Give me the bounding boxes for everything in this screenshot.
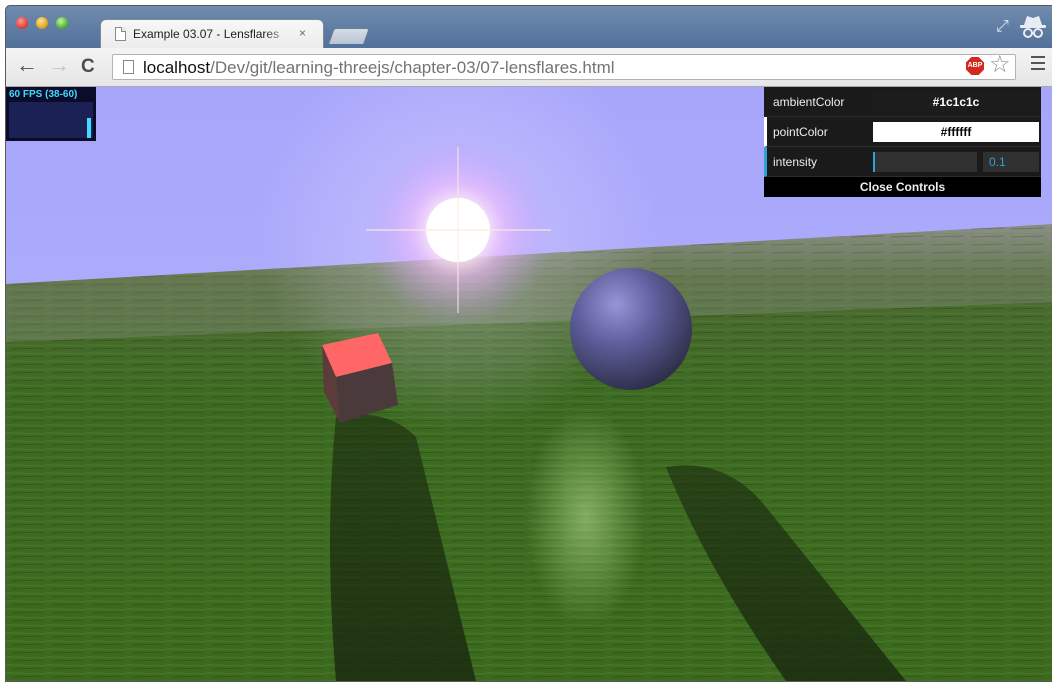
intensity-slider[interactable] — [873, 152, 977, 172]
webgl-canvas[interactable]: 60 FPS (38-60) ambientColor #1c1c1c poin… — [6, 87, 1052, 681]
controls-panel: ambientColor #1c1c1c pointColor #ffffff … — [764, 87, 1041, 197]
tab-title: Example 03.07 - Lensflares — [133, 27, 280, 41]
incognito-icon — [1020, 16, 1046, 38]
fps-readout: 60 FPS (38-60) — [9, 89, 78, 100]
page-icon — [115, 27, 126, 41]
adblock-icon[interactable]: ABP — [966, 57, 984, 75]
control-label: ambientColor — [773, 95, 845, 109]
fps-graph — [9, 102, 93, 138]
point-color-input[interactable]: #ffffff — [873, 122, 1039, 142]
control-intensity: intensity 0.1 — [764, 147, 1041, 177]
fps-stats-panel[interactable]: 60 FPS (38-60) — [6, 87, 96, 141]
forward-arrow-icon[interactable]: → — [48, 54, 70, 76]
control-label: intensity — [773, 155, 818, 169]
fps-graph-bar — [87, 118, 91, 138]
control-point-color: pointColor #ffffff — [764, 117, 1041, 147]
intensity-slider-fill — [873, 152, 876, 172]
zoom-window-button[interactable] — [56, 17, 68, 29]
title-bar: Example 03.07 - Lensflares × ⤢ — [6, 6, 1052, 50]
hamburger-menu-icon[interactable] — [1031, 56, 1045, 74]
url-text[interactable]: localhost/Dev/git/learning-threejs/chapt… — [143, 58, 615, 78]
new-tab-button[interactable] — [328, 28, 370, 44]
close-window-button[interactable] — [16, 17, 28, 29]
control-ambient-color: ambientColor #1c1c1c — [764, 87, 1041, 117]
browser-toolbar: ← → C localhost/Dev/git/learning-threejs… — [6, 48, 1052, 87]
restore-window-icon[interactable]: ⤢ — [996, 18, 1009, 36]
intensity-input[interactable]: 0.1 — [983, 152, 1039, 172]
address-bar[interactable]: localhost/Dev/git/learning-threejs/chapt… — [112, 54, 1016, 80]
page-icon — [123, 60, 134, 74]
browser-tab[interactable]: Example 03.07 - Lensflares × — [100, 19, 324, 50]
control-label: pointColor — [773, 125, 828, 139]
back-arrow-icon[interactable]: ← — [16, 54, 38, 76]
tab-close-icon[interactable]: × — [299, 26, 306, 40]
minimize-window-button[interactable] — [36, 17, 48, 29]
star-icon[interactable]: ☆ — [989, 51, 1011, 79]
reload-icon[interactable]: C — [81, 56, 95, 78]
ambient-color-input[interactable]: #1c1c1c — [873, 92, 1039, 112]
url-path: /Dev/git/learning-threejs/chapter-03/07-… — [210, 58, 615, 77]
url-host: localhost — [143, 58, 211, 77]
close-controls-button[interactable]: Close Controls — [764, 177, 1041, 197]
browser-window: Example 03.07 - Lensflares × ⤢ ← → C loc… — [5, 5, 1052, 682]
